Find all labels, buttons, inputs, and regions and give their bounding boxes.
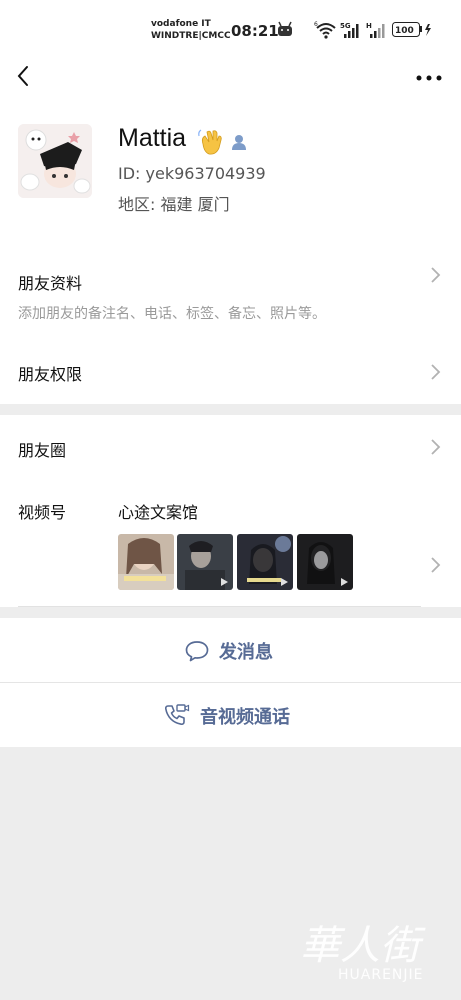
chat-bubble-icon xyxy=(185,641,209,662)
chevron-right-icon xyxy=(431,267,441,283)
voice-video-call-button[interactable]: 音视频通话 xyxy=(0,683,461,747)
waving-hand-icon xyxy=(198,129,222,155)
chevron-right-icon xyxy=(431,364,441,380)
profile-name: Mattia xyxy=(118,124,187,152)
region: 地区: 福建 厦门 xyxy=(118,195,230,214)
channel-thumbnail[interactable] xyxy=(177,534,233,590)
charging-icon xyxy=(425,24,431,36)
channels-title: 视频号 xyxy=(18,503,67,522)
friend-info-row[interactable]: 朋友资料 添加朋友的备注名、电话、标签、备忘、照片等。 xyxy=(0,240,461,332)
chevron-right-icon xyxy=(431,557,441,573)
play-icon xyxy=(281,578,288,586)
wechat-id: ID: yek963704939 xyxy=(118,164,266,183)
svg-text:5G: 5G xyxy=(340,22,351,30)
avatar[interactable] xyxy=(18,124,92,198)
channels-row[interactable]: 视频号 心途文案馆 xyxy=(0,479,461,607)
channels-name: 心途文案馆 xyxy=(118,503,199,522)
play-icon xyxy=(221,578,228,586)
watermark-en: HUARENJIE xyxy=(338,967,424,983)
permissions-title: 朋友权限 xyxy=(18,365,83,384)
profile-header: Mattia ID: yek963704939 地区: 福建 厦门 xyxy=(0,100,461,240)
friend-info-title: 朋友资料 xyxy=(18,274,83,293)
channel-thumbnail[interactable] xyxy=(297,534,353,590)
video-call-icon xyxy=(164,704,190,726)
moments-title: 朋友圈 xyxy=(18,441,67,460)
chevron-right-icon xyxy=(431,439,441,455)
wifi-icon: 6 xyxy=(314,21,336,39)
status-bar: vodafone IT WINDTRE|CMCC 08:21 6 5G H 10… xyxy=(0,0,461,52)
svg-text:6: 6 xyxy=(314,21,318,28)
carrier-line1: vodafone IT xyxy=(151,19,211,29)
clock: 08:21 xyxy=(231,22,279,40)
battery-icon: 100 xyxy=(392,22,431,37)
back-arrow-icon[interactable] xyxy=(12,64,36,88)
channel-thumbnail[interactable] xyxy=(237,534,293,590)
send-message-label: 发消息 xyxy=(219,642,273,663)
friend-permissions-row[interactable]: 朋友权限 xyxy=(0,340,461,404)
moments-row[interactable]: 朋友圈 xyxy=(0,415,461,479)
more-options-icon[interactable] xyxy=(414,66,444,90)
social-section: 朋友圈 视频号 心途文案馆 xyxy=(0,415,461,607)
send-message-button[interactable]: 发消息 xyxy=(0,618,461,682)
carrier-label: vodafone IT WINDTRE|CMCC xyxy=(151,18,231,42)
friend-settings-section: 朋友资料 添加朋友的备注名、电话、标签、备忘、照片等。 朋友权限 xyxy=(0,240,461,404)
play-icon xyxy=(341,578,348,586)
channel-thumbnail[interactable] xyxy=(118,534,174,590)
voice-video-call-label: 音视频通话 xyxy=(200,707,290,728)
watermark-cn: 華人街 xyxy=(300,923,420,969)
person-icon xyxy=(232,135,246,150)
svg-text:H: H xyxy=(366,22,372,30)
status-icons: 6 5G H 100 xyxy=(278,21,431,39)
nav-bar xyxy=(0,52,461,100)
watermark: 華人街 HUARENJIE xyxy=(300,925,424,983)
friend-info-subtitle: 添加朋友的备注名、电话、标签、备忘、照片等。 xyxy=(18,306,326,322)
signal-h-icon: H xyxy=(366,22,385,38)
carrier-line2: WINDTRE|CMCC xyxy=(151,31,231,41)
android-icon xyxy=(278,21,292,36)
divider xyxy=(18,606,421,607)
signal-5g-icon: 5G xyxy=(340,22,359,38)
battery-level: 100 xyxy=(395,26,414,36)
